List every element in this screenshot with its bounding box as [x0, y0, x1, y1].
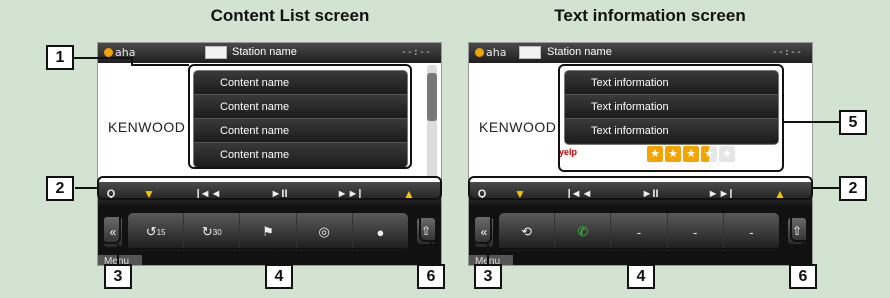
scrollbar-thumb[interactable]	[427, 73, 437, 121]
callout-6-left: 6	[417, 264, 445, 289]
connector-line	[117, 244, 119, 264]
station-thumbnail	[519, 46, 541, 59]
callout-frame-functions-left	[124, 208, 412, 250]
callout-frame-functions-right	[495, 208, 783, 250]
right-panel-title: Text information screen	[554, 6, 746, 25]
aha-dot-icon	[104, 48, 113, 57]
brand-logo: KENWOOD	[479, 119, 557, 135]
callout-frame-list	[188, 64, 412, 169]
connector-line	[640, 250, 642, 264]
callout-6-right: 6	[789, 264, 817, 289]
connector-line	[131, 64, 189, 66]
callout-frame-text-info	[558, 64, 784, 172]
brand-logo: KENWOOD	[108, 119, 186, 135]
callout-frame-controls-left	[97, 176, 442, 200]
connector-line	[784, 121, 840, 123]
header-bar: aha Station name --:--	[469, 43, 812, 63]
connector-line	[813, 187, 839, 189]
callout-frame-upload-right	[790, 212, 812, 242]
callout-frame-collapse-left	[101, 210, 121, 244]
callout-2-right: 2	[839, 176, 867, 201]
header-bar: aha Station name --:--	[98, 43, 441, 63]
callout-3-left: 3	[104, 264, 132, 289]
station-name: Station name	[232, 46, 297, 58]
callout-4-left: 4	[265, 264, 293, 289]
connector-line	[487, 244, 489, 264]
callout-3-right: 3	[474, 264, 502, 289]
clock: --:--	[771, 47, 802, 58]
connector-line	[802, 242, 804, 264]
left-panel-title: Content List screen	[210, 6, 370, 25]
aha-logo: aha	[475, 46, 506, 59]
aha-dot-icon	[475, 48, 484, 57]
callout-frame-collapse-right	[472, 210, 492, 244]
callout-5: 5	[839, 110, 867, 135]
app-name: aha	[486, 46, 507, 59]
callout-4-right: 4	[627, 264, 655, 289]
clock: --:--	[400, 47, 431, 58]
station-name: Station name	[547, 46, 612, 58]
station-thumbnail	[205, 46, 227, 59]
connector-line	[278, 250, 280, 264]
connector-line	[430, 242, 432, 264]
callout-1: 1	[46, 45, 74, 70]
callout-2-left: 2	[46, 176, 74, 201]
connector-line	[73, 57, 133, 59]
callout-frame-upload-left	[419, 212, 441, 242]
connector-line	[75, 187, 99, 189]
callout-frame-controls-right	[468, 176, 813, 200]
